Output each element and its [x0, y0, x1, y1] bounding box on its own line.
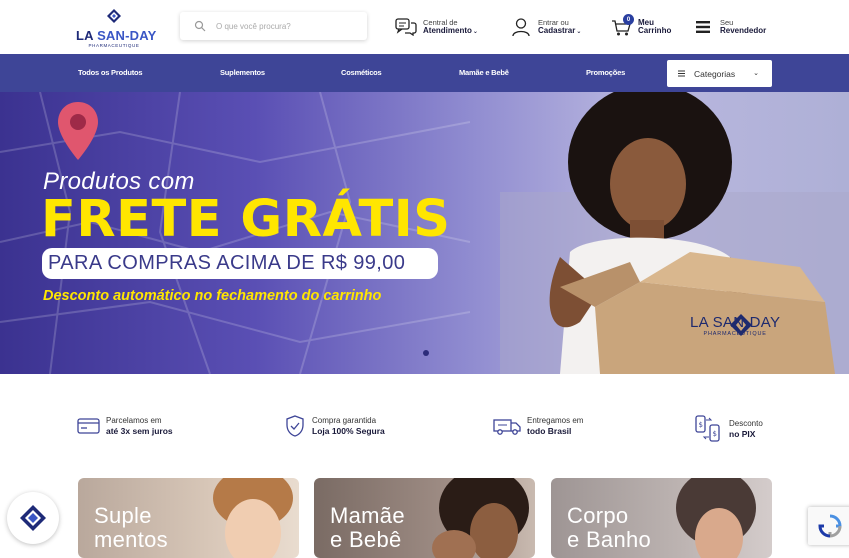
- benefit-delivery: Entregamos em todo Brasil: [492, 414, 583, 438]
- hero-pill: PARA COMPRAS ACIMA DE R$ 99,00: [42, 248, 438, 279]
- hero-photo: [500, 92, 849, 374]
- box-brand-logo: LA SAN-DAY PHARMACEUTIQUE: [690, 314, 780, 337]
- hero-line4: Desconto automático no fechamento do car…: [43, 288, 382, 304]
- pix-transfer-icon: $ $: [695, 415, 720, 442]
- chevron-down-icon: ⌄: [576, 28, 582, 35]
- category-title: Mamãe e Bebê: [330, 503, 405, 552]
- nav-item-cosmetics[interactable]: Cosméticos: [341, 68, 382, 77]
- recaptcha-badge[interactable]: [808, 507, 849, 545]
- brand-diamond-icon: [20, 505, 46, 531]
- reseller-link[interactable]: Seu Revendedor: [692, 14, 766, 40]
- cart-count-badge: 0: [623, 14, 634, 25]
- cart-line2: Carrinho: [638, 26, 672, 35]
- cart-icon: 0: [610, 14, 634, 38]
- brand-name: LA SAN-DAY: [76, 28, 156, 43]
- svg-text:$: $: [699, 421, 703, 429]
- nav-item-promotions[interactable]: Promoções: [586, 68, 625, 77]
- account-line2: Cadastrar⌄: [538, 25, 582, 35]
- benefit-installments-line1: Parcelamos em: [106, 416, 162, 425]
- support-link[interactable]: Central de Atendimento⌄: [395, 14, 478, 40]
- truck-icon: [493, 419, 521, 435]
- brand-tagline: PHARMACEUTIQUE: [88, 43, 140, 48]
- hero-headline: FRETE GRÁTIS: [41, 190, 451, 249]
- search-input[interactable]: [216, 17, 361, 35]
- benefit-installments: Parcelamos em até 3x sem juros: [77, 414, 173, 438]
- support-line2: Atendimento⌄: [423, 25, 478, 35]
- menu-icon: [692, 16, 714, 38]
- hero-line3: PARA COMPRAS ACIMA DE R$ 99,00: [48, 252, 406, 274]
- nav-item-mom-baby[interactable]: Mamãe e Bebê: [459, 68, 509, 77]
- category-card-supplements[interactable]: Suple mentos: [78, 478, 299, 558]
- nav-item-all-products[interactable]: Todos os Produtos: [78, 68, 143, 77]
- brand-name-part1: LA: [76, 28, 94, 43]
- box-brand-name: LA SAN-DAY: [690, 314, 781, 331]
- search-box: [180, 12, 367, 40]
- site-logo[interactable]: LA SAN-DAY PHARMACEUTIQUE: [76, 8, 156, 48]
- chevron-down-icon: ⌄: [753, 70, 759, 77]
- cart-link[interactable]: 0 Meu Carrinho: [610, 14, 671, 40]
- benefit-pix-line1: Desconto: [729, 419, 763, 428]
- categories-label: Categorias: [694, 68, 736, 79]
- site-header: LA SAN-DAY PHARMACEUTIQUE Central de Ate…: [0, 0, 849, 54]
- category-card-mom-baby[interactable]: Mamãe e Bebê: [314, 478, 535, 558]
- search-icon[interactable]: [194, 20, 206, 32]
- benefit-secure-line2: Loja 100% Segura: [312, 426, 385, 436]
- user-icon: [510, 16, 532, 38]
- nav-item-supplements[interactable]: Suplementos: [220, 68, 265, 77]
- category-card-body-bath[interactable]: Corpo e Banho: [551, 478, 772, 558]
- brand-name-part2: SAN-DAY: [97, 28, 157, 43]
- floating-chat-button[interactable]: [7, 492, 59, 544]
- hero-banner[interactable]: Produtos com FRETE GRÁTIS PARA COMPRAS A…: [0, 92, 849, 374]
- benefit-installments-line2: até 3x sem juros: [106, 426, 173, 436]
- benefit-pix-line2: no PIX: [729, 429, 756, 439]
- account-link[interactable]: Entrar ou Cadastrar⌄: [510, 14, 581, 40]
- svg-text:$: $: [713, 430, 717, 438]
- chat-icon: [395, 16, 417, 38]
- benefit-secure-line1: Compra garantida: [312, 416, 377, 425]
- box-brand-tagline: PHARMACEUTIQUE: [703, 331, 767, 337]
- reseller-line2: Revendedor: [720, 26, 767, 35]
- carousel-dot[interactable]: [423, 350, 429, 356]
- benefit-delivery-line2: todo Brasil: [527, 426, 572, 436]
- chevron-down-icon: ⌄: [472, 28, 478, 35]
- categories-dropdown[interactable]: Categorias ⌄: [667, 60, 772, 87]
- category-title: Suple mentos: [94, 503, 168, 552]
- main-nav: Todos os Produtos Suplementos Cosméticos…: [0, 54, 849, 92]
- card-photo: [432, 478, 529, 558]
- benefit-secure: Compra garantida Loja 100% Segura: [283, 414, 385, 438]
- benefit-pix: $ $ Desconto no PIX: [694, 414, 763, 444]
- shield-check-icon: [286, 415, 304, 437]
- category-title: Corpo e Banho: [567, 503, 652, 552]
- location-pin-icon: [58, 102, 98, 160]
- list-icon: [678, 70, 685, 77]
- recaptcha-icon: [818, 514, 842, 538]
- brand-diamond-icon: [107, 9, 121, 23]
- credit-card-icon: [77, 418, 100, 434]
- card-photo: [676, 478, 756, 558]
- card-photo: [213, 478, 293, 558]
- benefit-delivery-line1: Entregamos em: [527, 416, 584, 425]
